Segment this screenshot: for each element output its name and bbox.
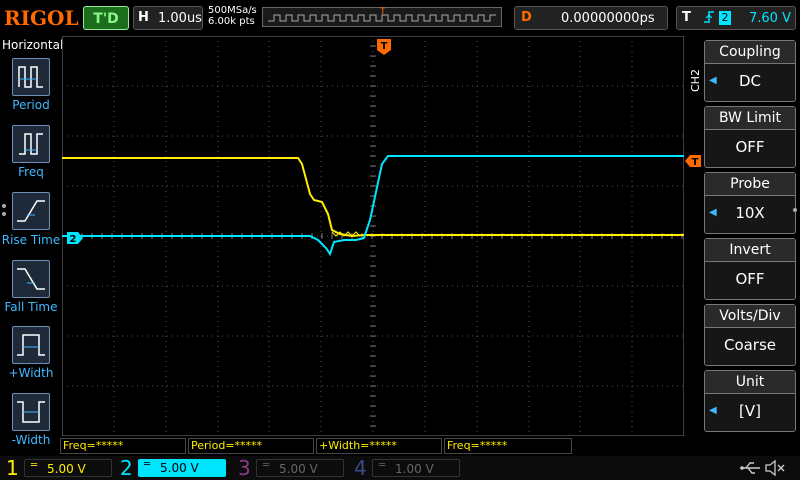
trigger-position-label: T xyxy=(381,41,388,52)
menu-page-dot xyxy=(2,204,6,208)
ch2-marker-label: 2 xyxy=(70,234,77,245)
period-label: Period xyxy=(12,98,50,112)
probe-header: Probe xyxy=(705,173,795,196)
delay-value: 0.00000000ps xyxy=(561,11,655,26)
frequency-icon xyxy=(19,133,43,155)
trigger-source-badge: 2 xyxy=(719,11,731,25)
timebase-label: H xyxy=(138,10,149,25)
ch1-scale-box[interactable]: ═ 5.00 V xyxy=(24,459,112,477)
measurement-freq-2[interactable]: Freq=***** xyxy=(444,438,572,454)
trigger-level-marker[interactable]: T xyxy=(684,154,702,168)
trigger-level-marker-label: T xyxy=(692,157,699,168)
positive-width-icon xyxy=(17,334,45,356)
menu-page-dot xyxy=(2,212,6,216)
rise-time-label: Rise Time xyxy=(1,233,61,247)
invert-value: OFF xyxy=(735,270,765,288)
ch4-scale-box[interactable]: ═ 1.00 V xyxy=(372,459,460,477)
period-button[interactable] xyxy=(12,58,50,96)
invert-header: Invert xyxy=(705,239,795,262)
run-status-badge[interactable]: T'D xyxy=(83,6,129,30)
probe-value: 10X xyxy=(735,204,765,222)
ch2-scale: 5.00 V xyxy=(160,461,199,475)
ch3-scale: 5.00 V xyxy=(279,462,318,476)
volts-div-button[interactable]: Volts/Div Coarse xyxy=(704,304,796,366)
bw-limit-button[interactable]: BW Limit OFF xyxy=(704,106,796,168)
fall-time-label: Fall Time xyxy=(4,300,58,314)
freq-button[interactable] xyxy=(12,125,50,163)
dc-coupling-icon: ═ xyxy=(31,460,38,471)
hpos-trigger-marker: T xyxy=(380,7,386,17)
period-icon xyxy=(18,66,43,88)
coupling-header: Coupling xyxy=(705,41,795,64)
usb-icon xyxy=(740,462,760,474)
dc-coupling-icon: ═ xyxy=(379,460,386,471)
freq-label: Freq xyxy=(18,165,44,179)
acquisition-info: 500MSa/s 6.00k pts xyxy=(208,5,257,27)
ch4-scale: 1.00 V xyxy=(395,462,434,476)
channel-menu-tag: CH2 xyxy=(689,69,702,92)
measure-menu-title: Horizontal xyxy=(2,38,64,52)
unit-value: [V] xyxy=(739,402,761,420)
timebase-value: 1.00us xyxy=(158,11,202,26)
negative-width-icon xyxy=(17,401,45,423)
horizontal-delay-display[interactable]: D 0.00000000ps xyxy=(514,6,668,30)
trigger-level-value: 7.60 V xyxy=(749,11,791,26)
volts-div-header: Volts/Div xyxy=(705,305,795,328)
ch1-number[interactable]: 1 xyxy=(6,456,19,480)
trigger-position-marker[interactable]: T xyxy=(376,38,392,56)
probe-button[interactable]: Probe ◀ 10X xyxy=(704,172,796,234)
dc-coupling-icon: ═ xyxy=(263,460,270,471)
speaker-muted-icon[interactable] xyxy=(764,459,786,477)
unit-header: Unit xyxy=(705,371,795,394)
brand-logo: RIGOL xyxy=(4,6,79,30)
trigger-label: T xyxy=(682,10,691,25)
fall-time-icon xyxy=(17,268,45,290)
measurement-positive-width[interactable]: +Width=***** xyxy=(316,438,442,454)
ch1-scale: 5.00 V xyxy=(47,462,86,476)
trigger-display[interactable]: T 2 7.60 V xyxy=(676,6,796,30)
timebase-display[interactable]: H 1.00us xyxy=(133,6,203,30)
ch3-number[interactable]: 3 xyxy=(238,456,251,480)
coupling-button[interactable]: Coupling ◀ DC xyxy=(704,40,796,102)
ch4-number[interactable]: 4 xyxy=(354,456,367,480)
rise-time-button[interactable] xyxy=(12,192,50,230)
invert-button[interactable]: Invert OFF xyxy=(704,238,796,300)
fall-time-button[interactable] xyxy=(12,260,50,298)
positive-width-button[interactable] xyxy=(12,326,50,364)
rising-edge-icon xyxy=(703,10,715,28)
menu-page-dot xyxy=(793,208,797,212)
unit-button[interactable]: Unit ◀ [V] xyxy=(704,370,796,432)
ch2-number[interactable]: 2 xyxy=(120,456,133,480)
rise-time-icon xyxy=(17,200,45,222)
memory-depth: 6.00k pts xyxy=(208,16,255,27)
negative-width-label: -Width xyxy=(11,433,51,447)
bw-limit-header: BW Limit xyxy=(705,107,795,130)
coupling-value: DC xyxy=(738,72,762,90)
ch2-scale-box[interactable]: ═ 5.00 V xyxy=(138,459,226,477)
positive-width-label: +Width xyxy=(8,366,54,380)
dc-coupling-icon: ═ xyxy=(144,459,151,470)
delay-label: D xyxy=(521,10,532,25)
volts-div-value: Coarse xyxy=(723,336,777,354)
sample-rate: 500MSa/s xyxy=(208,5,257,16)
negative-width-button[interactable] xyxy=(12,393,50,431)
measurement-period[interactable]: Period=***** xyxy=(188,438,314,454)
measurement-freq[interactable]: Freq=***** xyxy=(60,438,186,454)
ch2-offset-marker[interactable]: 2 xyxy=(66,231,84,245)
ch3-scale-box[interactable]: ═ 5.00 V xyxy=(256,459,344,477)
waveform-display[interactable] xyxy=(62,36,684,436)
bw-limit-value: OFF xyxy=(735,138,765,156)
